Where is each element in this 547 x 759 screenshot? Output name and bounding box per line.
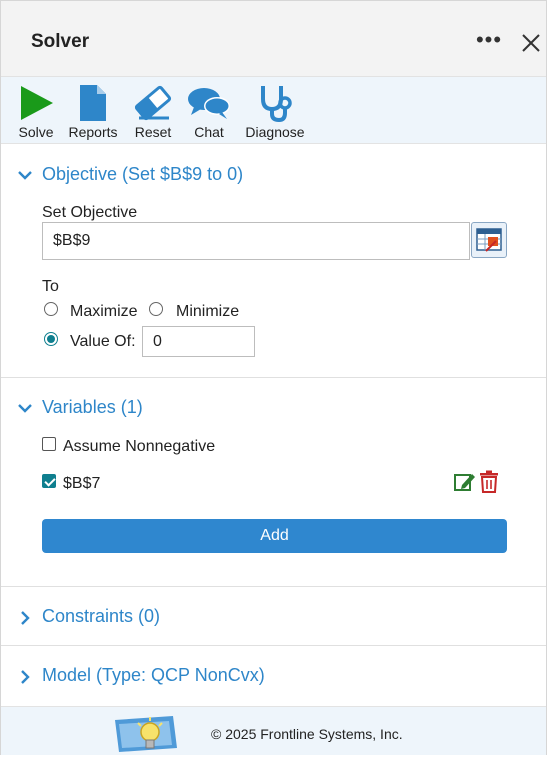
maximize-label: Maximize (70, 303, 138, 320)
delete-variable-button[interactable] (479, 470, 499, 493)
objective-section-header[interactable]: Objective (Set $B$9 to 0) (1, 155, 546, 195)
close-button[interactable] (515, 27, 547, 59)
value-of-input[interactable] (142, 326, 255, 357)
reset-label: Reset (134, 124, 172, 140)
cell-reference-button[interactable] (471, 222, 507, 258)
reset-button[interactable]: Reset (131, 83, 175, 143)
to-label: To (42, 278, 59, 295)
report-document-icon (80, 85, 106, 121)
diagnose-label: Diagnose (245, 124, 305, 140)
footer: © 2025 Frontline Systems, Inc. (1, 706, 546, 755)
edit-variable-button[interactable] (453, 471, 477, 493)
play-icon (21, 86, 53, 120)
chat-bubbles-icon (188, 88, 230, 119)
pane-title: Solver (31, 31, 90, 52)
minimize-label: Minimize (176, 303, 240, 320)
solve-button[interactable]: Solve (15, 83, 57, 143)
lightbulb-logo-icon (115, 716, 177, 752)
value-of-radio[interactable] (44, 332, 58, 346)
chevron-down-icon (18, 171, 32, 180)
close-icon (522, 34, 540, 52)
maximize-radio[interactable] (44, 302, 58, 316)
eraser-icon (134, 85, 172, 121)
objective-cell-input[interactable] (42, 222, 470, 260)
objective-title: Objective (Set $B$9 to 0) (42, 164, 244, 184)
more-icon: ••• (475, 27, 503, 52)
solve-label: Solve (18, 124, 54, 140)
divider (1, 586, 546, 587)
chevron-down-icon (18, 404, 32, 413)
model-section-header[interactable]: Model (Type: QCP NonCvx) (1, 656, 546, 696)
stethoscope-icon (261, 86, 292, 123)
reports-button[interactable]: Reports (65, 83, 121, 143)
chevron-right-icon (21, 611, 30, 625)
chevron-right-icon (21, 670, 30, 684)
variables-section-header[interactable]: Variables (1) (1, 388, 546, 428)
constraints-title: Constraints (0) (42, 606, 161, 626)
minimize-radio[interactable] (149, 302, 163, 316)
copyright-text: © 2025 Frontline Systems, Inc. (211, 726, 403, 742)
variable-cell-label: $B$7 (63, 475, 101, 492)
title-bar: Solver ••• (1, 1, 546, 77)
set-objective-label: Set Objective (42, 204, 138, 221)
solver-pane: Solver ••• Solve Reports Reset Chat Diag… (0, 0, 547, 755)
reports-label: Reports (68, 124, 118, 140)
add-variable-button[interactable]: Add (42, 519, 507, 553)
assume-nonnegative-checkbox[interactable] (42, 437, 56, 451)
value-of-label: Value Of: (70, 333, 136, 350)
more-options-button[interactable]: ••• (473, 27, 505, 57)
constraints-section-header[interactable]: Constraints (0) (1, 597, 546, 637)
model-title: Model (Type: QCP NonCvx) (42, 665, 265, 685)
trash-icon (480, 470, 498, 493)
assume-nonnegative-label: Assume Nonnegative (63, 438, 216, 455)
chat-button[interactable]: Chat (185, 83, 233, 143)
range-select-icon (476, 228, 502, 252)
variable-checkbox[interactable] (42, 474, 56, 488)
edit-icon (454, 474, 475, 491)
variables-title: Variables (1) (42, 397, 143, 417)
ribbon-toolbar: Solve Reports Reset Chat Diagnose (1, 77, 546, 144)
diagnose-button[interactable]: Diagnose (243, 83, 307, 143)
divider (1, 645, 546, 646)
divider (1, 377, 546, 378)
frontline-logo (113, 712, 179, 754)
chat-label: Chat (194, 124, 224, 140)
